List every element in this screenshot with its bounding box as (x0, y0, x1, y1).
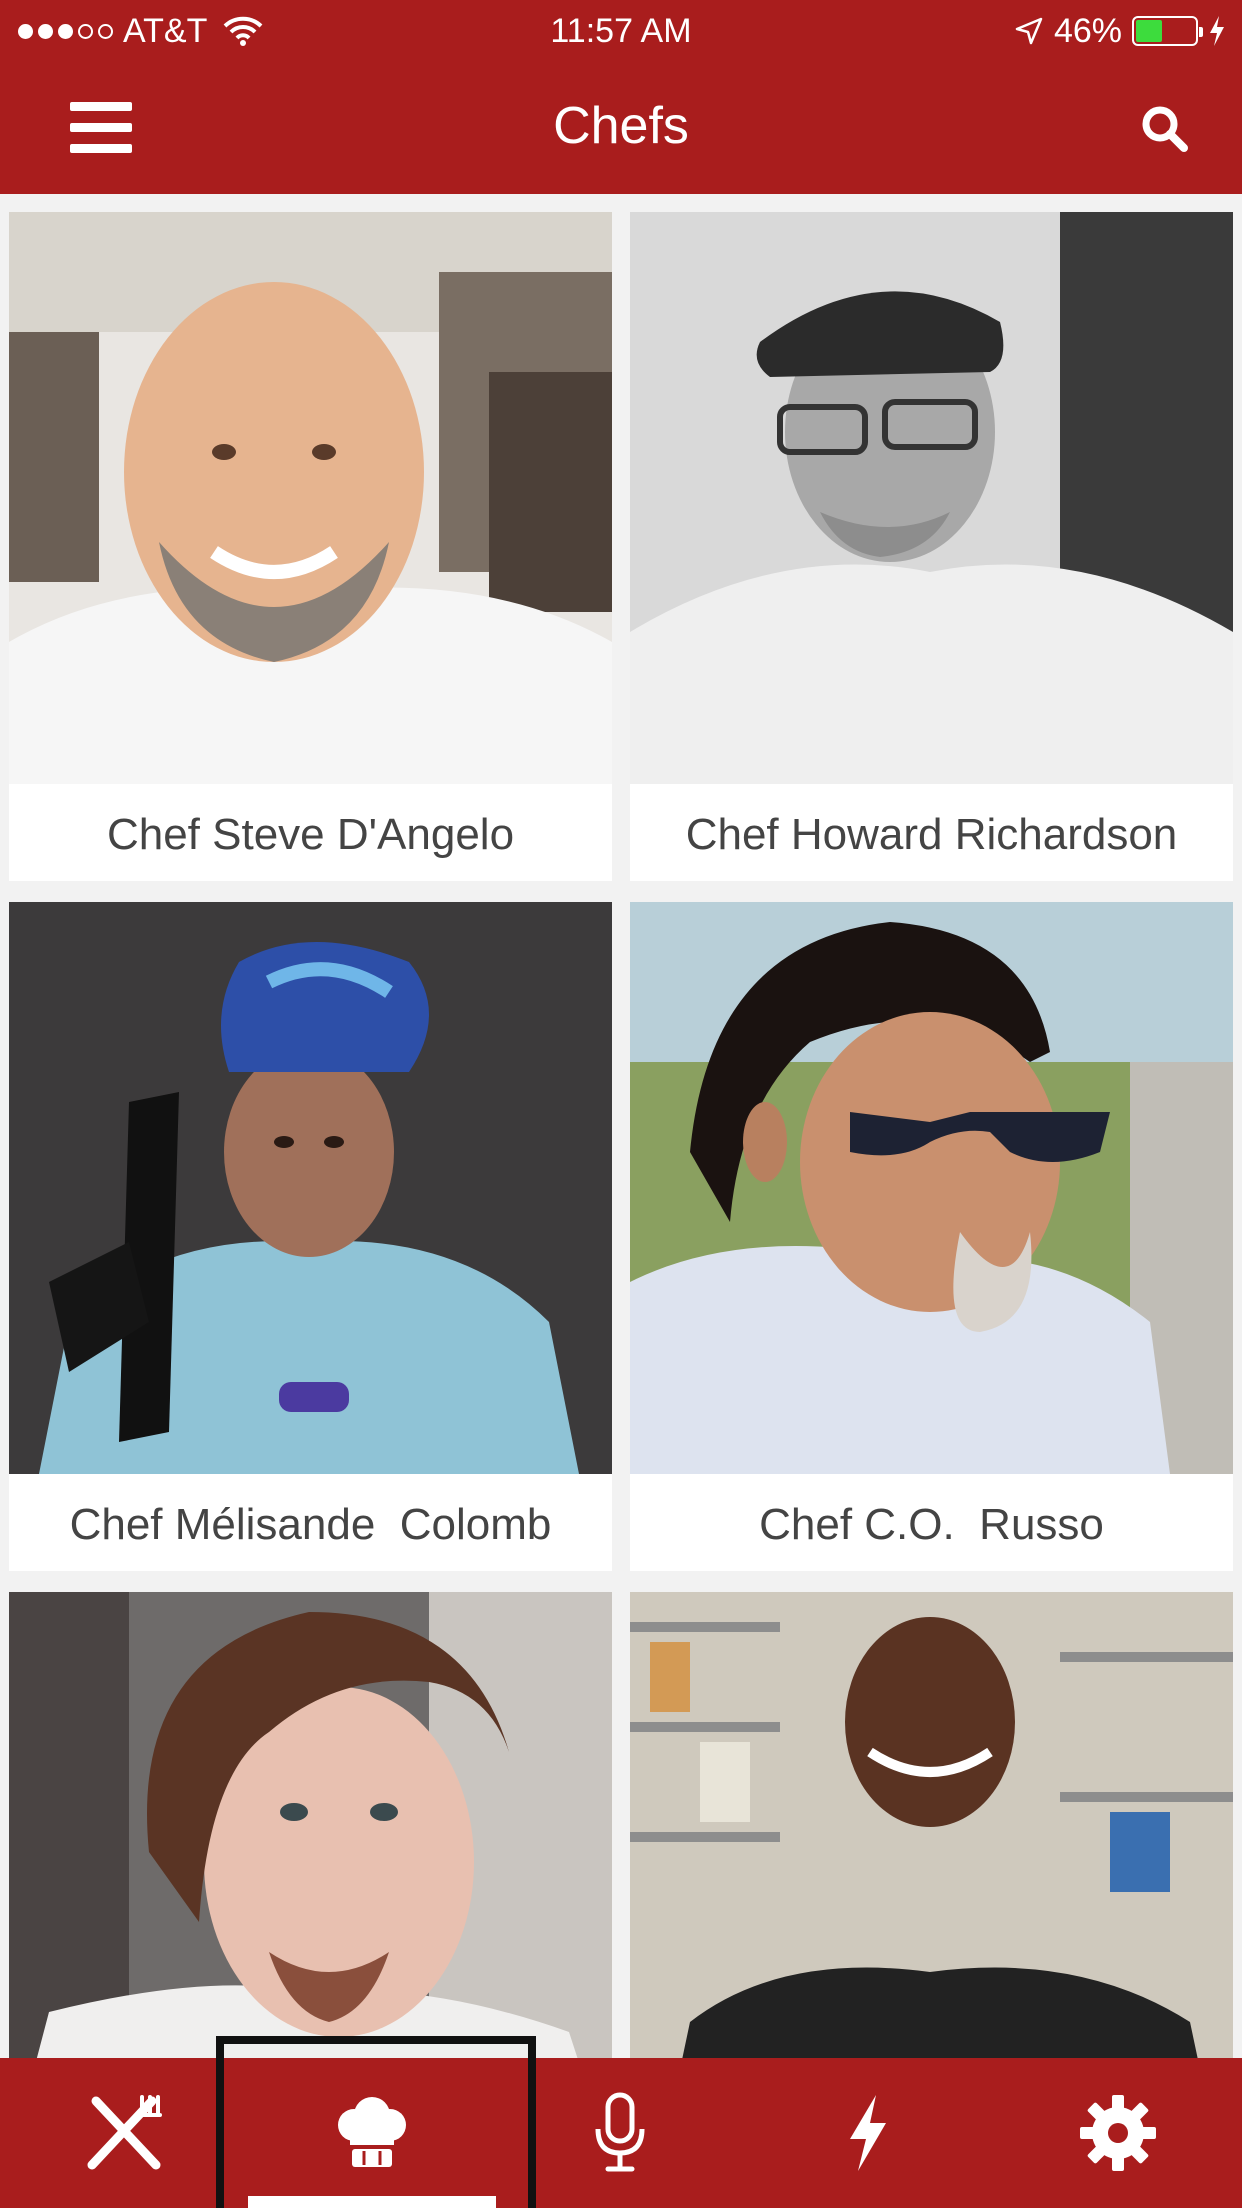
fork-knife-icon (87, 2095, 162, 2170)
lightning-icon (850, 2095, 886, 2171)
chef-grid: Chef Steve D'Angelo Chef Howard Richards… (0, 194, 1242, 2058)
search-icon[interactable] (1138, 102, 1192, 156)
chef-photo (630, 212, 1233, 784)
chef-card[interactable]: Chef Mélisande Colomb (9, 902, 612, 1571)
status-bar: AT&T 11:57 AM 46% (0, 0, 1242, 62)
chef-photo (9, 902, 612, 1474)
navigation-bar: Chefs (0, 62, 1242, 194)
chef-name: Chef C.O. Russo (759, 1500, 1104, 1549)
chef-card[interactable]: Chef Steve D'Angelo (9, 212, 612, 881)
battery-icon (1132, 16, 1203, 46)
page-title: Chefs (553, 97, 689, 155)
battery-percent: 46% (1053, 11, 1122, 50)
chef-photo (630, 1592, 1233, 2058)
selected-tab-highlight (216, 2036, 536, 2208)
tab-bar (0, 2058, 1242, 2208)
chef-photo (630, 902, 1233, 1474)
status-right: 46% (1014, 10, 1226, 52)
chef-name: Chef Mélisande Colomb (69, 1500, 552, 1549)
tab-settings[interactable] (994, 2058, 1242, 2208)
location-arrow-icon (1015, 17, 1043, 45)
selected-tab-indicator (248, 2196, 496, 2208)
charging-bolt-icon (1210, 16, 1224, 46)
chef-name: Chef Steve D'Angelo (106, 810, 515, 859)
chef-photo (9, 1592, 612, 2058)
chef-card[interactable] (9, 1592, 612, 2058)
gear-icon (1080, 2095, 1156, 2171)
chef-card[interactable]: Chef Howard Richardson (630, 212, 1233, 881)
microphone-icon (595, 2092, 645, 2172)
chef-name: Chef Howard Richardson (685, 810, 1178, 859)
chef-card[interactable] (630, 1592, 1233, 2058)
chef-photo (9, 212, 612, 784)
chef-card[interactable]: Chef C.O. Russo (630, 902, 1233, 1571)
tab-flash[interactable] (744, 2058, 992, 2208)
tab-restaurants[interactable] (0, 2058, 248, 2208)
